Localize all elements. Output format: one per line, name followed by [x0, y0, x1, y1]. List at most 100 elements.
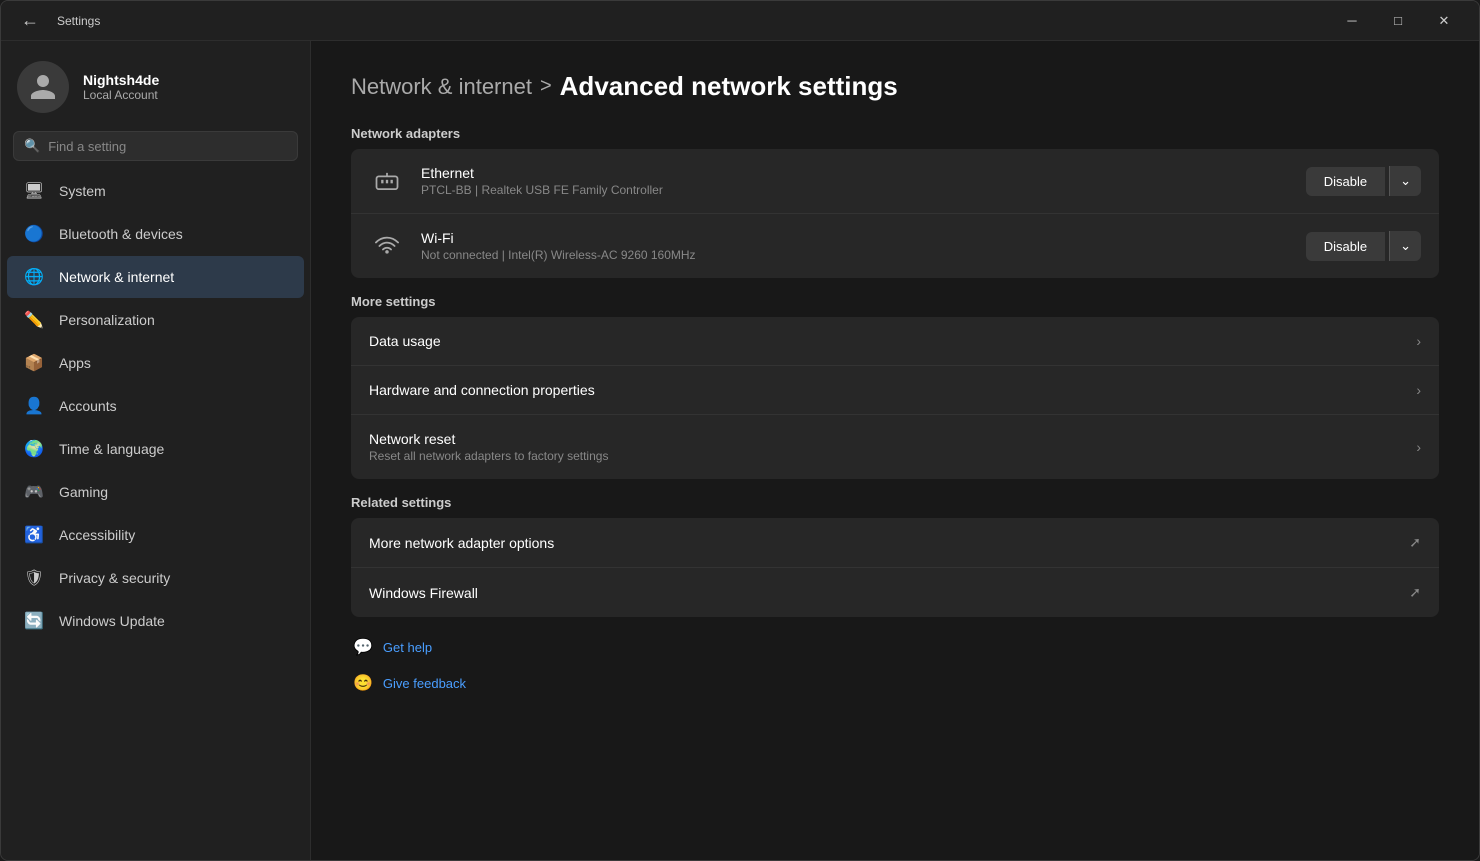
windows-firewall-row[interactable]: Windows Firewall ➚: [351, 568, 1439, 617]
sidebar-item-label: Windows Update: [59, 613, 165, 629]
external-link-icon: ➚: [1409, 534, 1421, 551]
minimize-button[interactable]: ─: [1329, 5, 1375, 37]
breadcrumb-current: Advanced network settings: [560, 71, 898, 102]
network-reset-subtitle: Reset all network adapters to factory se…: [369, 449, 1400, 463]
give-feedback-label: Give feedback: [383, 676, 466, 691]
gaming-icon: 🎮: [23, 481, 45, 503]
breadcrumb: Network & internet > Advanced network se…: [351, 71, 1439, 102]
more-adapter-options-row[interactable]: More network adapter options ➚: [351, 518, 1439, 568]
sidebar-item-accessibility[interactable]: ♿ Accessibility: [7, 514, 304, 556]
sidebar-item-personalization[interactable]: ✏️ Personalization: [7, 299, 304, 341]
ethernet-disable-button[interactable]: Disable: [1306, 167, 1385, 196]
sidebar-item-label: Personalization: [59, 312, 155, 328]
chevron-right-icon: ›: [1416, 382, 1421, 398]
titlebar-controls: ─ □ ✕: [1329, 5, 1467, 37]
get-help-link[interactable]: 💬 Get help: [351, 633, 1439, 661]
hardware-properties-row[interactable]: Hardware and connection properties ›: [351, 366, 1439, 415]
adapters-card-group: Ethernet PTCL-BB | Realtek USB FE Family…: [351, 149, 1439, 278]
wifi-info: Wi-Fi Not connected | Intel(R) Wireless-…: [421, 230, 1290, 262]
sidebar-item-label: Accessibility: [59, 527, 135, 543]
search-input[interactable]: [48, 139, 287, 154]
content-area: Network & internet > Advanced network se…: [311, 41, 1479, 860]
privacy-icon: 🛡: [23, 567, 45, 589]
hardware-properties-title: Hardware and connection properties: [369, 382, 1400, 398]
chevron-right-icon: ›: [1416, 439, 1421, 455]
network-reset-title: Network reset: [369, 431, 1400, 447]
sidebar-item-bluetooth[interactable]: 🔵 Bluetooth & devices: [7, 213, 304, 255]
back-button[interactable]: ←: [13, 6, 47, 35]
breadcrumb-parent[interactable]: Network & internet: [351, 74, 532, 100]
wifi-icon: [369, 228, 405, 264]
sidebar-item-gaming[interactable]: 🎮 Gaming: [7, 471, 304, 513]
user-section: Nightsh4de Local Account: [1, 41, 310, 131]
sidebar-item-label: Privacy & security: [59, 570, 170, 586]
sidebar-item-label: System: [59, 183, 106, 199]
search-box: 🔍: [13, 131, 298, 161]
time-icon: 🌍: [23, 438, 45, 460]
titlebar: ← Settings ─ □ ✕: [1, 1, 1479, 41]
wifi-adapter-row: Wi-Fi Not connected | Intel(R) Wireless-…: [351, 214, 1439, 278]
user-name: Nightsh4de: [83, 72, 159, 88]
more-settings-card-group: Data usage › Hardware and connection pro…: [351, 317, 1439, 479]
nav-list: 🖥 System 🔵 Bluetooth & devices 🌐 Network…: [1, 169, 310, 643]
ethernet-info: Ethernet PTCL-BB | Realtek USB FE Family…: [421, 165, 1290, 197]
ethernet-adapter-row: Ethernet PTCL-BB | Realtek USB FE Family…: [351, 149, 1439, 214]
user-type: Local Account: [83, 88, 159, 102]
windows-firewall-title: Windows Firewall: [369, 585, 1393, 601]
footer-links: 💬 Get help 😊 Give feedback: [351, 633, 1439, 697]
ethernet-chevron-button[interactable]: ⌄: [1389, 166, 1421, 196]
wifi-name: Wi-Fi: [421, 230, 1290, 246]
data-usage-row[interactable]: Data usage ›: [351, 317, 1439, 366]
more-settings-section-title: More settings: [351, 294, 1439, 309]
personalization-icon: ✏️: [23, 309, 45, 331]
data-usage-info: Data usage: [369, 333, 1400, 349]
sidebar: Nightsh4de Local Account 🔍 🖥 System 🔵 Bl…: [1, 41, 311, 860]
user-info: Nightsh4de Local Account: [83, 72, 159, 102]
network-icon: 🌐: [23, 266, 45, 288]
related-settings-section-title: Related settings: [351, 495, 1439, 510]
sidebar-item-time[interactable]: 🌍 Time & language: [7, 428, 304, 470]
sidebar-item-update[interactable]: 🔄 Windows Update: [7, 600, 304, 642]
user-icon: [28, 72, 58, 102]
maximize-button[interactable]: □: [1375, 5, 1421, 37]
give-feedback-link[interactable]: 😊 Give feedback: [351, 669, 1439, 697]
update-icon: 🔄: [23, 610, 45, 632]
wifi-desc: Not connected | Intel(R) Wireless-AC 926…: [421, 248, 1290, 262]
get-help-icon: 💬: [353, 637, 373, 657]
external-link-icon: ➚: [1409, 584, 1421, 601]
wifi-disable-button[interactable]: Disable: [1306, 232, 1385, 261]
network-reset-info: Network reset Reset all network adapters…: [369, 431, 1400, 463]
ethernet-name: Ethernet: [421, 165, 1290, 181]
settings-window: ← Settings ─ □ ✕ Nightsh4de Local Accoun…: [0, 0, 1480, 861]
chevron-right-icon: ›: [1416, 333, 1421, 349]
sidebar-item-label: Time & language: [59, 441, 164, 457]
sidebar-item-label: Bluetooth & devices: [59, 226, 183, 242]
titlebar-left: ← Settings: [13, 6, 1329, 35]
more-adapter-options-info: More network adapter options: [369, 535, 1393, 551]
wifi-controls: Disable ⌄: [1306, 231, 1421, 261]
ethernet-icon: [369, 163, 405, 199]
hardware-properties-info: Hardware and connection properties: [369, 382, 1400, 398]
wifi-chevron-button[interactable]: ⌄: [1389, 231, 1421, 261]
main-layout: Nightsh4de Local Account 🔍 🖥 System 🔵 Bl…: [1, 41, 1479, 860]
sidebar-item-label: Gaming: [59, 484, 108, 500]
sidebar-item-system[interactable]: 🖥 System: [7, 170, 304, 212]
avatar: [17, 61, 69, 113]
breadcrumb-separator: >: [540, 75, 552, 98]
sidebar-item-label: Network & internet: [59, 269, 174, 285]
accessibility-icon: ♿: [23, 524, 45, 546]
network-reset-row[interactable]: Network reset Reset all network adapters…: [351, 415, 1439, 479]
titlebar-title: Settings: [57, 14, 100, 28]
close-button[interactable]: ✕: [1421, 5, 1467, 37]
sidebar-item-privacy[interactable]: 🛡 Privacy & security: [7, 557, 304, 599]
related-settings-card-group: More network adapter options ➚ Windows F…: [351, 518, 1439, 617]
give-feedback-icon: 😊: [353, 673, 373, 693]
sidebar-item-network[interactable]: 🌐 Network & internet: [7, 256, 304, 298]
sidebar-item-accounts[interactable]: 👤 Accounts: [7, 385, 304, 427]
ethernet-controls: Disable ⌄: [1306, 166, 1421, 196]
sidebar-item-apps[interactable]: 📦 Apps: [7, 342, 304, 384]
ethernet-desc: PTCL-BB | Realtek USB FE Family Controll…: [421, 183, 1290, 197]
search-icon: 🔍: [24, 138, 40, 154]
sidebar-item-label: Accounts: [59, 398, 117, 414]
accounts-icon: 👤: [23, 395, 45, 417]
